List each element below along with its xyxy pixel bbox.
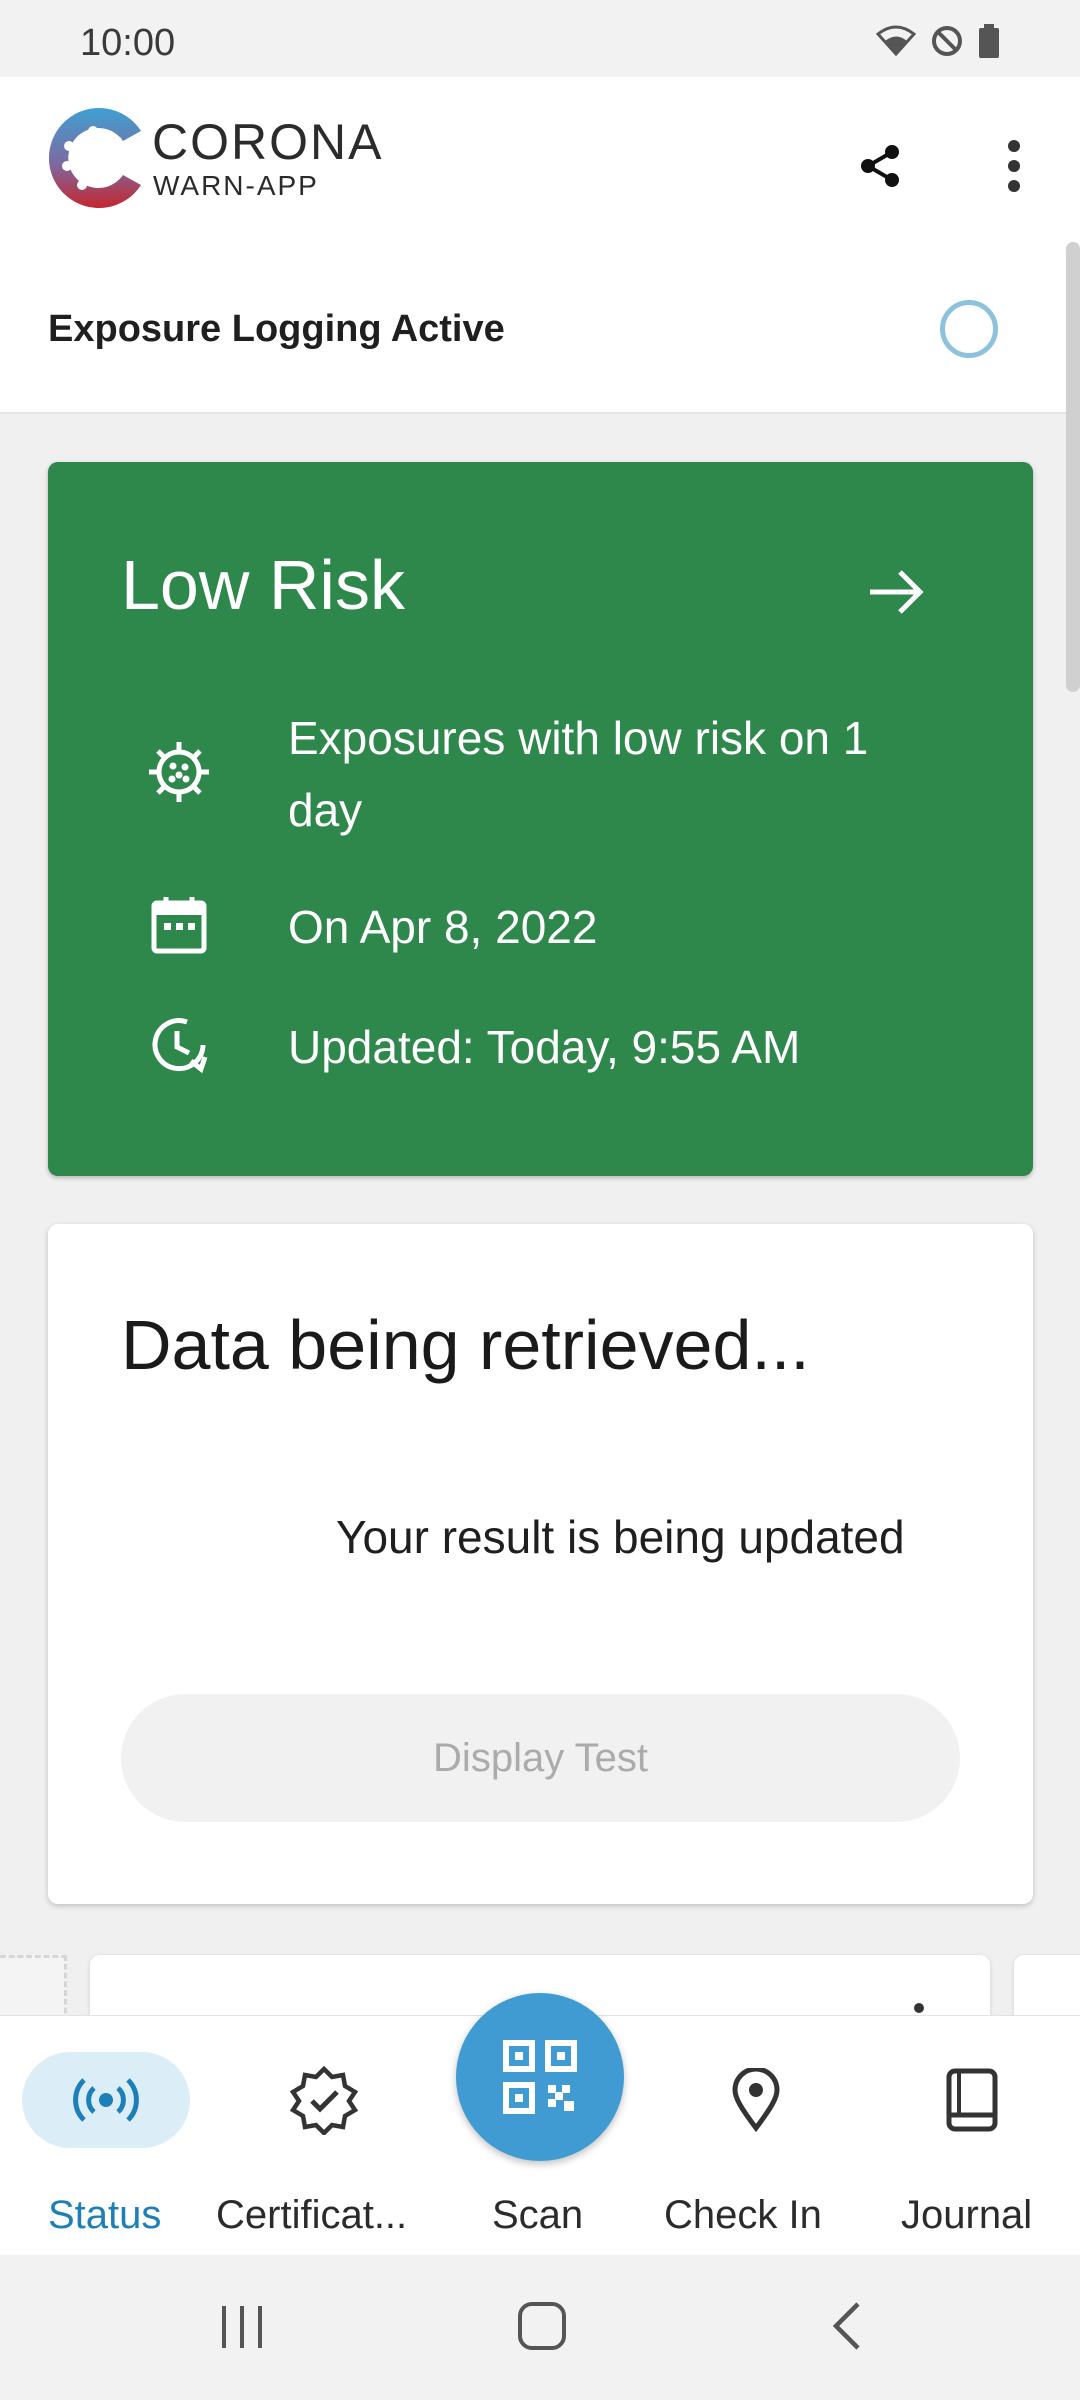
nav-item-journal[interactable]: Journal — [888, 2015, 1056, 2255]
corona-warn-app-logo-icon — [45, 103, 153, 211]
qr-code-icon — [503, 2040, 577, 2114]
share-button[interactable] — [844, 130, 916, 202]
nav-item-check-in[interactable]: Check In — [664, 2015, 840, 2255]
certificate-badge-icon — [240, 2052, 408, 2148]
exposure-status-circle-icon — [940, 300, 998, 358]
calendar-icon — [144, 890, 214, 960]
wifi-icon — [875, 24, 917, 63]
do-not-disturb-icon — [930, 24, 964, 63]
location-pin-icon — [672, 2052, 840, 2148]
home-icon — [518, 2302, 566, 2350]
back-button[interactable] — [830, 2300, 864, 2357]
nav-item-certificates[interactable]: Certificat... — [210, 2015, 438, 2255]
risk-updated-text: Updated: Today, 9:55 AM — [288, 1021, 801, 1073]
nav-label-scan[interactable]: Scan — [492, 2193, 583, 2238]
nav-item-status[interactable]: Status — [22, 2015, 190, 2255]
overflow-menu-button[interactable] — [978, 130, 1050, 202]
battery-icon — [978, 24, 1000, 63]
share-icon — [861, 145, 899, 187]
app-title: CORONA — [152, 114, 384, 170]
app-subtitle: WARN-APP — [153, 170, 319, 201]
status-time: 10:00 — [80, 22, 176, 64]
card-menu-dot-icon — [914, 2003, 924, 2013]
risk-date-text: On Apr 8, 2022 — [288, 901, 598, 953]
nav-label-check-in: Check In — [664, 2193, 822, 2237]
data-card-title: Data being retrieved... — [121, 1306, 810, 1384]
arrow-right-icon[interactable] — [866, 562, 926, 627]
risk-title: Low Risk — [121, 546, 405, 624]
recent-apps-icon — [222, 2306, 262, 2348]
status-icons — [875, 24, 1000, 63]
back-icon — [832, 2302, 860, 2350]
broadcast-icon — [22, 2052, 190, 2148]
nav-label-status: Status — [48, 2193, 162, 2237]
data-card-subtitle: Your result is being updated — [336, 1511, 905, 1563]
risk-exposure-text-line2: day — [288, 784, 363, 836]
book-icon — [888, 2052, 1056, 2148]
recent-apps-button[interactable] — [218, 2304, 266, 2355]
nav-label-certificates: Certificat... — [216, 2193, 408, 2237]
risk-exposure-text-line1: Exposures with low risk on 1 — [288, 712, 869, 764]
history-clock-icon — [144, 1010, 214, 1080]
home-button[interactable] — [516, 2300, 568, 2357]
exposure-logging-label: Exposure Logging Active — [48, 308, 505, 350]
more-vert-icon — [1008, 140, 1020, 192]
nav-label-journal: Journal — [901, 2193, 1033, 2237]
scan-button[interactable] — [456, 1993, 624, 2161]
scrollbar[interactable] — [1066, 242, 1080, 692]
display-test-button[interactable]: Display Test — [121, 1694, 960, 1822]
virus-icon — [144, 737, 214, 807]
